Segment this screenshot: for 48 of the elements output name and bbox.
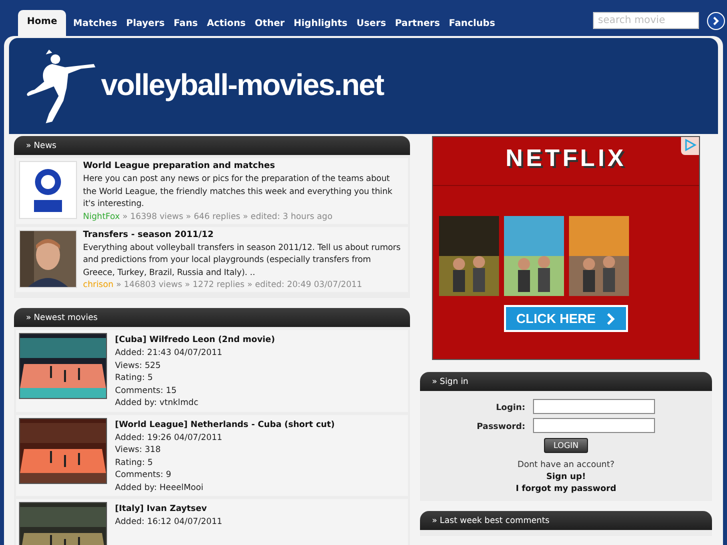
section-header: » Newest movies <box>14 308 410 327</box>
nav-tab[interactable]: Users <box>354 12 388 36</box>
advert-banner[interactable]: NETFLIX CLICK HERE <box>432 136 700 360</box>
password-field[interactable] <box>533 418 656 433</box>
movie-detail: Added: 16:12 04/07/2011 <box>115 515 222 528</box>
movie-detail: Views: 525 <box>115 358 162 371</box>
section-header: » News <box>14 136 410 155</box>
search-go-button[interactable] <box>707 12 725 30</box>
movie-detail: Added by: vtnklmdc <box>115 396 200 408</box>
nav-tab[interactable]: Fans <box>172 12 200 36</box>
nav-tab[interactable]: Other <box>252 12 287 36</box>
topic-title[interactable]: World League preparation and matches <box>83 161 405 171</box>
topic-stats: » 146803 views » 1272 replies » edited: 20:49 03/07/2011 <box>115 279 362 289</box>
password-label: Password: <box>476 420 526 430</box>
movie-detail: Comments: 9 <box>115 468 172 480</box>
nav-tab[interactable]: Fanclubs <box>446 12 498 36</box>
login-button[interactable]: LOGIN <box>544 438 588 453</box>
topic-description: Everything about volleyball transfers in season 2011/12. Tell us about rumors and predictions from your local playgrounds (especially transfers from Greece, Turkey, Brazil, Russia and Italy). .. <box>83 240 402 278</box>
nav-tab[interactable]: Home <box>18 10 66 36</box>
signup-prompt: Dont have an account? <box>518 459 614 469</box>
signup-link[interactable]: Sign up! <box>546 471 586 481</box>
movie-detail: Views: 318 <box>115 443 162 456</box>
section-header: » Last week best comments <box>420 511 712 530</box>
movie-detail: Added by: HeeelMooi <box>115 480 204 493</box>
topic-title[interactable]: Transfers - season 2011/12 <box>83 230 405 240</box>
section-header: » Sign in <box>420 372 712 391</box>
movie-detail: Rating: 5 <box>115 371 154 384</box>
nav-tab[interactable]: Highlights <box>292 12 350 36</box>
login-label: Login: <box>494 402 526 412</box>
nav-tab[interactable]: Partners <box>392 12 442 36</box>
movie-detail: Comments: 15 <box>115 384 178 396</box>
forgot-password-link[interactable]: I forgot my password <box>516 483 616 493</box>
movie-title[interactable]: [World League] Netherlands - Cuba (short cut) <box>115 418 335 430</box>
chevron-icon <box>606 312 616 326</box>
nav-tab[interactable]: Players <box>124 12 167 36</box>
movie-title[interactable]: [Cuba] Wilfredo Leon (2nd movie) <box>115 333 275 346</box>
site-title: volleyball-movies.net <box>101 69 384 103</box>
search-field[interactable]: search movie <box>593 12 699 29</box>
movie-detail: Added: 19:26 04/07/2011 <box>115 430 224 443</box>
topic-stats: » 16398 views » 646 replies » edited: 3 hours ago <box>122 210 332 220</box>
ad-choices-icon <box>683 138 697 152</box>
movie-detail: Added: 21:43 04/07/2011 <box>115 346 224 358</box>
topic-description: Here you can post any news or pics for the preparation of the teams about the World League, the friendly matches this week and everything you think it's interesting. <box>83 172 394 210</box>
movie-title[interactable]: [Italy] Ivan Zaytsev <box>115 502 222 515</box>
nav-tab[interactable]: Actions <box>204 12 248 36</box>
nav-tab[interactable]: Matches <box>71 12 120 36</box>
login-field[interactable] <box>533 399 656 414</box>
movie-detail: Rating: 5 <box>115 456 154 468</box>
